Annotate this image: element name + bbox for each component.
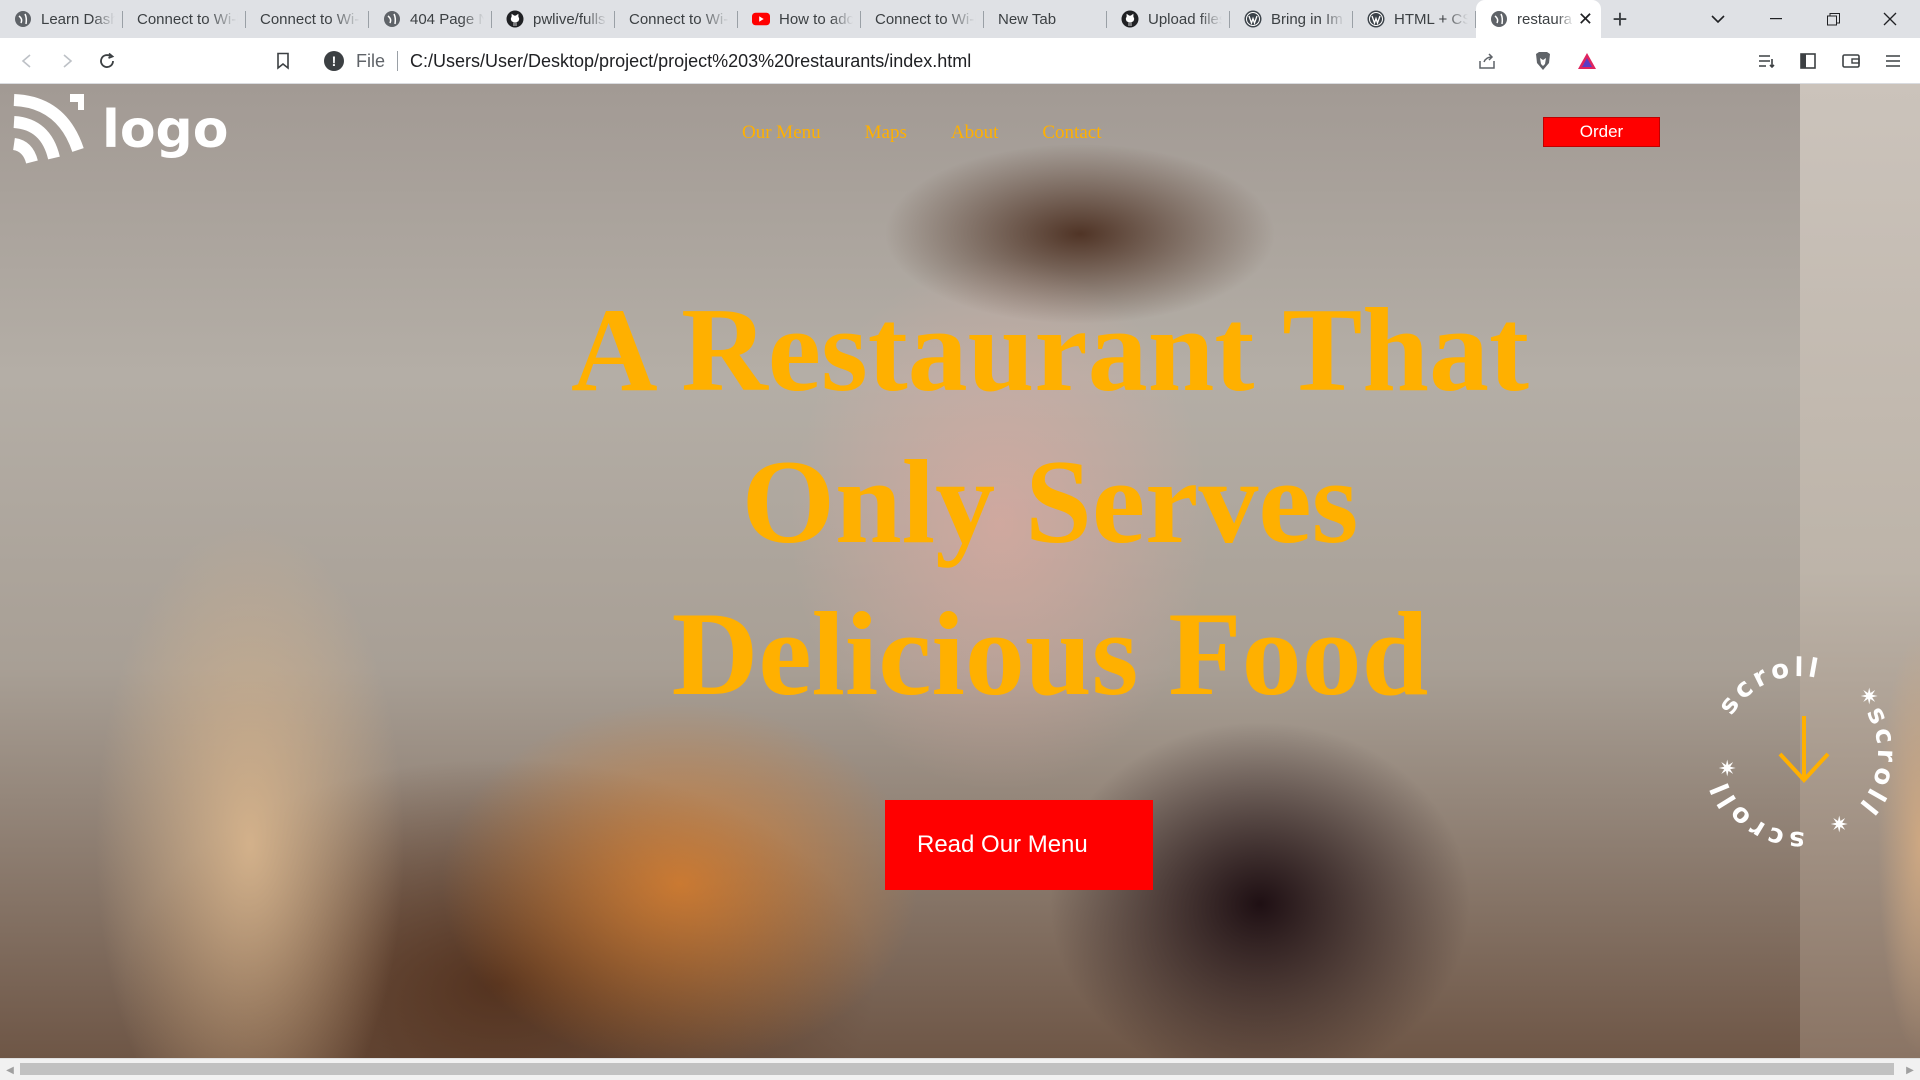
browser-tab[interactable]: HTML + CS bbox=[1353, 0, 1476, 38]
hero-headline-line: A Restaurant That bbox=[571, 283, 1529, 416]
hero-background-strip bbox=[1800, 84, 1920, 1058]
github-icon bbox=[1121, 10, 1139, 28]
browser-tab[interactable]: Connect to Wi-F bbox=[861, 0, 984, 38]
share-button[interactable] bbox=[1472, 46, 1502, 76]
brave-shields-button[interactable] bbox=[1528, 46, 1558, 76]
logo-icon bbox=[12, 94, 84, 164]
youtube-icon bbox=[752, 10, 770, 28]
hero-headline: A Restaurant That Only Serves Delicious … bbox=[440, 274, 1660, 730]
scroll-left-arrow-icon[interactable]: ◀ bbox=[3, 1063, 17, 1077]
brave-rewards-icon bbox=[1578, 53, 1596, 69]
scroll-label-3: scroll bbox=[1704, 775, 1801, 856]
hero-headline-line: Delicious Food bbox=[671, 587, 1429, 720]
chevron-down-icon bbox=[1711, 14, 1725, 23]
page-viewport: logo Our Menu Maps About Contact Order A… bbox=[0, 84, 1920, 1058]
browser-tab[interactable]: Connect to Wi-F bbox=[123, 0, 246, 38]
back-button[interactable] bbox=[12, 46, 42, 76]
playlist-icon bbox=[1759, 55, 1775, 69]
wordpress-icon bbox=[1244, 10, 1262, 28]
svg-text:✷: ✷ bbox=[1830, 813, 1848, 838]
arrow-down-icon bbox=[1778, 716, 1830, 783]
scroll-label-2: scroll bbox=[1851, 702, 1897, 822]
browser-tab[interactable]: Learn Dashi bbox=[0, 0, 123, 38]
browser-tab[interactable]: Upload files bbox=[1107, 0, 1230, 38]
close-window-button[interactable] bbox=[1862, 0, 1918, 38]
tab-search-button[interactable] bbox=[1690, 0, 1746, 38]
restore-button[interactable] bbox=[1805, 0, 1861, 38]
scroll-label-1: scroll bbox=[1713, 653, 1821, 720]
sidebar-icon bbox=[1800, 53, 1816, 69]
scroll-ring-text: scroll bbox=[1713, 654, 1825, 720]
brave-lion-icon bbox=[1536, 52, 1550, 70]
github-icon bbox=[506, 10, 524, 28]
restore-icon bbox=[1826, 12, 1840, 25]
browser-tab-strip: Learn Dashi Connect to Wi-F Connect to W… bbox=[0, 0, 1920, 38]
forward-arrow-icon bbox=[63, 54, 73, 68]
svg-text:✷: ✷ bbox=[1860, 685, 1878, 710]
close-icon bbox=[1883, 12, 1897, 26]
browser-tab[interactable]: Bring in Im bbox=[1230, 0, 1353, 38]
logo-text: logo bbox=[102, 100, 229, 160]
address-bar[interactable]: ! File C:/Users/User/Desktop/project/pro… bbox=[310, 43, 1610, 79]
browser-tab[interactable]: New Tab bbox=[984, 0, 1107, 38]
back-arrow-icon bbox=[21, 54, 31, 68]
browser-tab[interactable]: 404 Page N bbox=[369, 0, 492, 38]
forward-button[interactable] bbox=[52, 46, 82, 76]
nav-link-maps[interactable]: Maps bbox=[865, 122, 907, 144]
horizontal-scrollbar[interactable]: ◀ ▶ bbox=[0, 1058, 1920, 1080]
nav-link-our-menu[interactable]: Our Menu bbox=[742, 122, 821, 144]
close-tab-icon[interactable]: ✕ bbox=[1578, 9, 1593, 30]
browser-tab[interactable]: Connect to Wi-F bbox=[615, 0, 738, 38]
share-icon bbox=[1479, 53, 1495, 69]
globe-icon bbox=[1490, 10, 1508, 28]
nav-link-about[interactable]: About bbox=[951, 122, 999, 144]
wallet-icon bbox=[1842, 54, 1860, 68]
reload-icon bbox=[100, 52, 115, 68]
hamburger-menu-icon bbox=[1886, 55, 1900, 67]
menu-button[interactable] bbox=[1878, 46, 1908, 76]
scroll-indicator[interactable]: scroll scroll scroll ✷ ✷ ✷ bbox=[1700, 653, 1900, 855]
site-logo[interactable]: logo bbox=[10, 94, 229, 166]
browser-tab[interactable]: Connect to Wi-F bbox=[246, 0, 369, 38]
hero-headline-line: Only Serves bbox=[741, 435, 1359, 568]
globe-icon bbox=[14, 10, 32, 28]
address-divider bbox=[397, 51, 399, 71]
brave-rewards-button[interactable] bbox=[1572, 46, 1602, 76]
order-button[interactable]: Order bbox=[1543, 117, 1660, 147]
nav-link-contact[interactable]: Contact bbox=[1042, 122, 1101, 144]
globe-icon bbox=[383, 10, 401, 28]
wordpress-icon bbox=[1367, 10, 1385, 28]
scroll-right-arrow-icon[interactable]: ▶ bbox=[1903, 1063, 1917, 1077]
address-scheme-label: File bbox=[356, 50, 386, 71]
wallet-button[interactable] bbox=[1836, 46, 1866, 76]
browser-tab-active[interactable]: restaura ✕ bbox=[1476, 0, 1601, 38]
main-nav: Our Menu Maps About Contact bbox=[742, 122, 1101, 144]
minimize-button[interactable] bbox=[1748, 0, 1804, 38]
sidebar-button[interactable] bbox=[1793, 46, 1823, 76]
bookmark-icon bbox=[277, 52, 289, 70]
scrollbar-thumb[interactable] bbox=[20, 1063, 1894, 1075]
bookmark-button[interactable] bbox=[268, 46, 298, 76]
new-tab-button[interactable]: + bbox=[1601, 0, 1639, 38]
playlist-button[interactable] bbox=[1752, 46, 1782, 76]
minimize-icon bbox=[1770, 18, 1782, 20]
svg-text:scroll: scroll bbox=[1704, 775, 1805, 854]
browser-tab[interactable]: pwlive/fulls bbox=[492, 0, 615, 38]
svg-text:✷: ✷ bbox=[1718, 757, 1736, 782]
browser-toolbar: ! File C:/Users/User/Desktop/project/pro… bbox=[0, 38, 1920, 84]
address-url[interactable]: C:/Users/User/Desktop/project/project%20… bbox=[410, 51, 971, 72]
reload-button[interactable] bbox=[92, 46, 122, 76]
svg-text:scroll: scroll bbox=[1851, 702, 1900, 822]
browser-tab[interactable]: How to adc bbox=[738, 0, 861, 38]
info-icon[interactable]: ! bbox=[324, 51, 344, 71]
read-our-menu-button[interactable]: Read Our Menu bbox=[885, 800, 1153, 890]
